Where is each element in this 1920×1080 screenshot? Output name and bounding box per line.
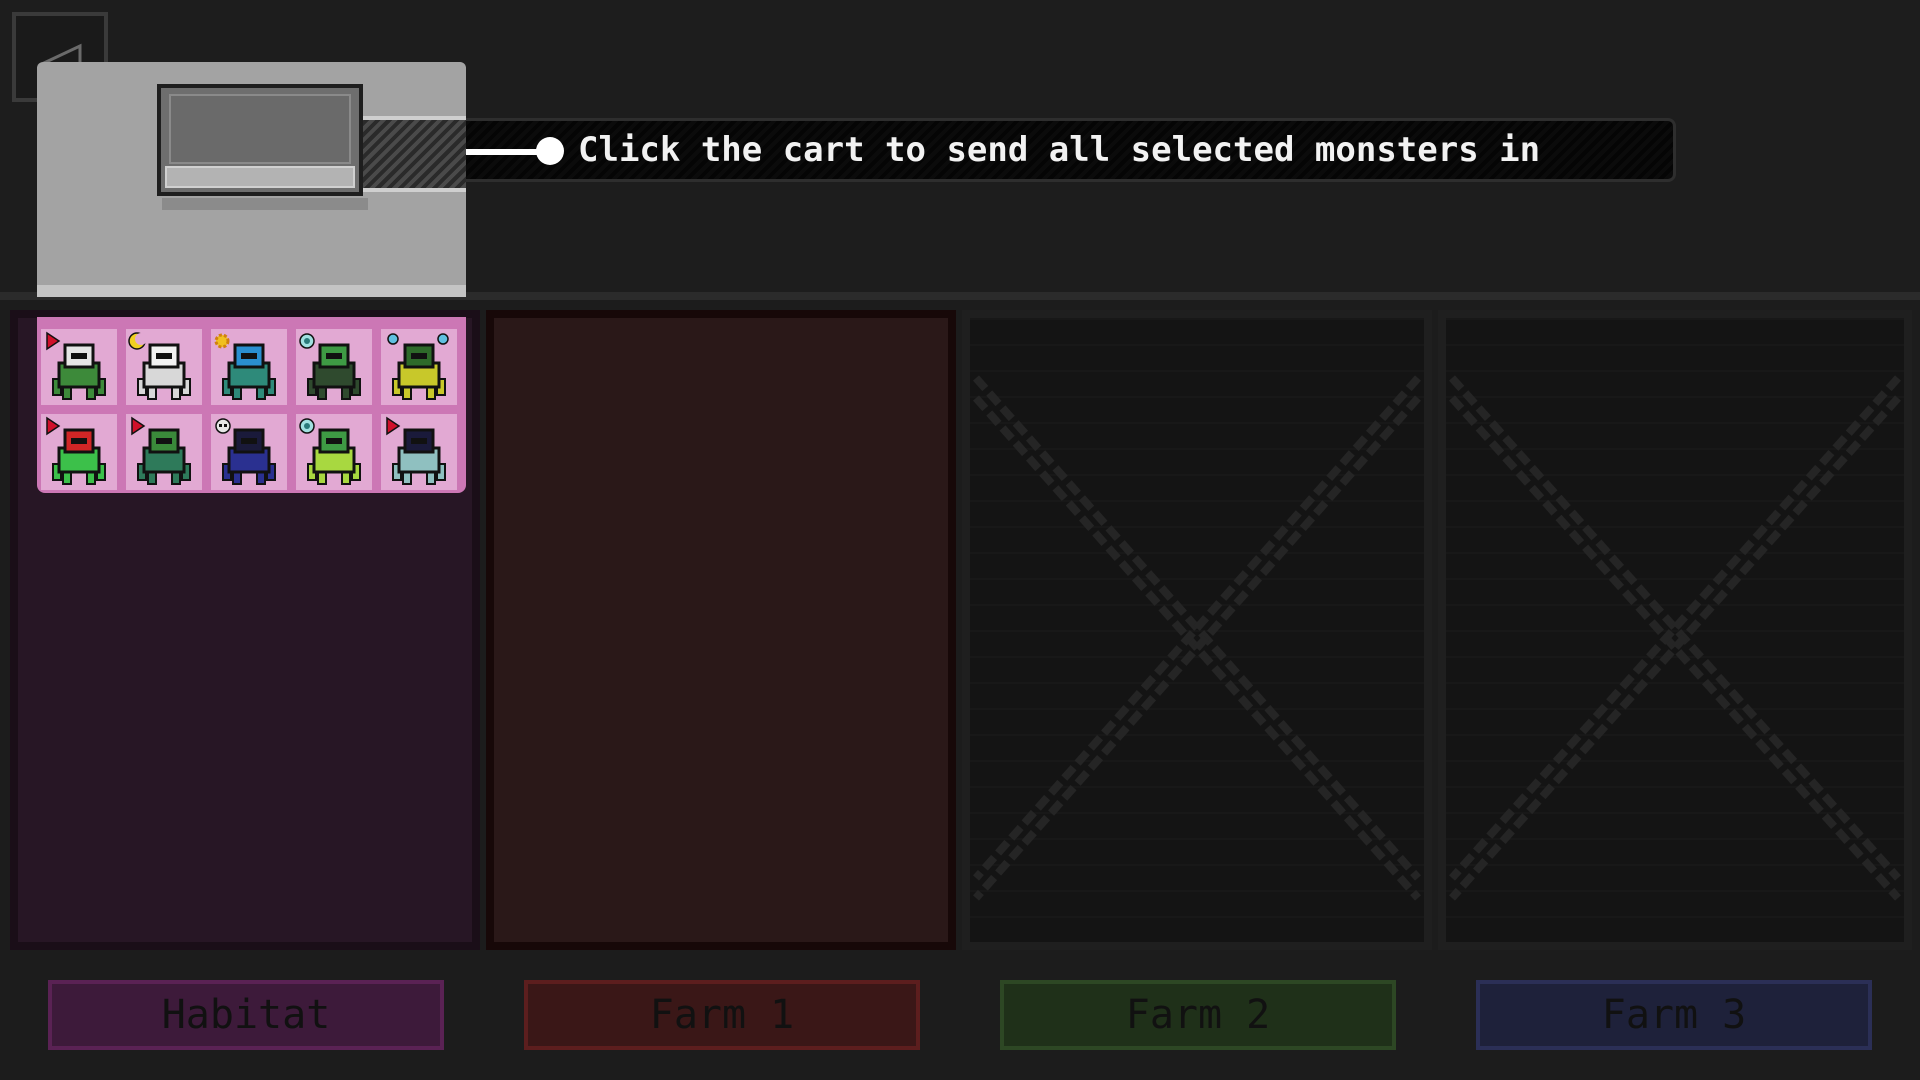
chains-locked-icon: [973, 375, 1421, 901]
monster-slot[interactable]: [211, 414, 287, 490]
monster-icon: [386, 416, 446, 485]
monster-slot[interactable]: [126, 414, 202, 490]
farm-1-tab[interactable]: Farm 1: [524, 980, 920, 1050]
monster-icon: [46, 416, 106, 485]
monster-icon: [46, 331, 106, 400]
monster-slot[interactable]: [211, 329, 287, 405]
monster-slot[interactable]: [126, 329, 202, 405]
skull-icon: [215, 418, 231, 434]
tutorial-hint-text: Click the cart to send all selected mons…: [578, 130, 1541, 170]
monster-slot[interactable]: [41, 414, 117, 490]
cart-icon: [169, 94, 351, 164]
red-flag-icon: [131, 416, 146, 436]
sun-icon: [214, 333, 230, 349]
cart-panel-strip: [37, 285, 466, 297]
cart-shadow: [162, 198, 368, 210]
monster-icon: [215, 418, 276, 485]
farm-1-pen[interactable]: [486, 310, 956, 950]
farm-3-tab[interactable]: Farm 3: [1476, 980, 1872, 1050]
monster-slot[interactable]: [296, 329, 372, 405]
chains-locked-icon: [1449, 375, 1901, 901]
monster-icon: [299, 333, 361, 400]
cart-button[interactable]: [157, 84, 363, 196]
bubbles-icon: [387, 333, 449, 345]
red-flag-icon: [46, 416, 61, 436]
selected-monsters-grid: [37, 317, 466, 493]
cart-panel: [37, 62, 466, 297]
habitat-tab[interactable]: Habitat: [48, 980, 444, 1050]
monster-slot[interactable]: [381, 414, 457, 490]
monster-icon: [131, 416, 191, 485]
monster-slot[interactable]: [381, 329, 457, 405]
crescent-moon-icon: [128, 332, 147, 350]
monster-icon: [387, 333, 449, 400]
red-flag-icon: [386, 416, 401, 436]
farm-2-tab[interactable]: Farm 2: [1000, 980, 1396, 1050]
farm-3-pen-locked: [1438, 310, 1912, 950]
tutorial-pointer-dot: [536, 137, 564, 165]
monster-icon: [214, 333, 276, 400]
monster-slot[interactable]: [41, 329, 117, 405]
target-icon: [299, 418, 315, 434]
target-icon: [299, 333, 315, 349]
monster-icon: [128, 332, 191, 400]
monster-icon: [299, 418, 361, 485]
monster-slot[interactable]: [296, 414, 372, 490]
farm-2-pen-locked: [962, 310, 1432, 950]
red-flag-icon: [46, 331, 61, 351]
cart-base: [165, 166, 355, 188]
